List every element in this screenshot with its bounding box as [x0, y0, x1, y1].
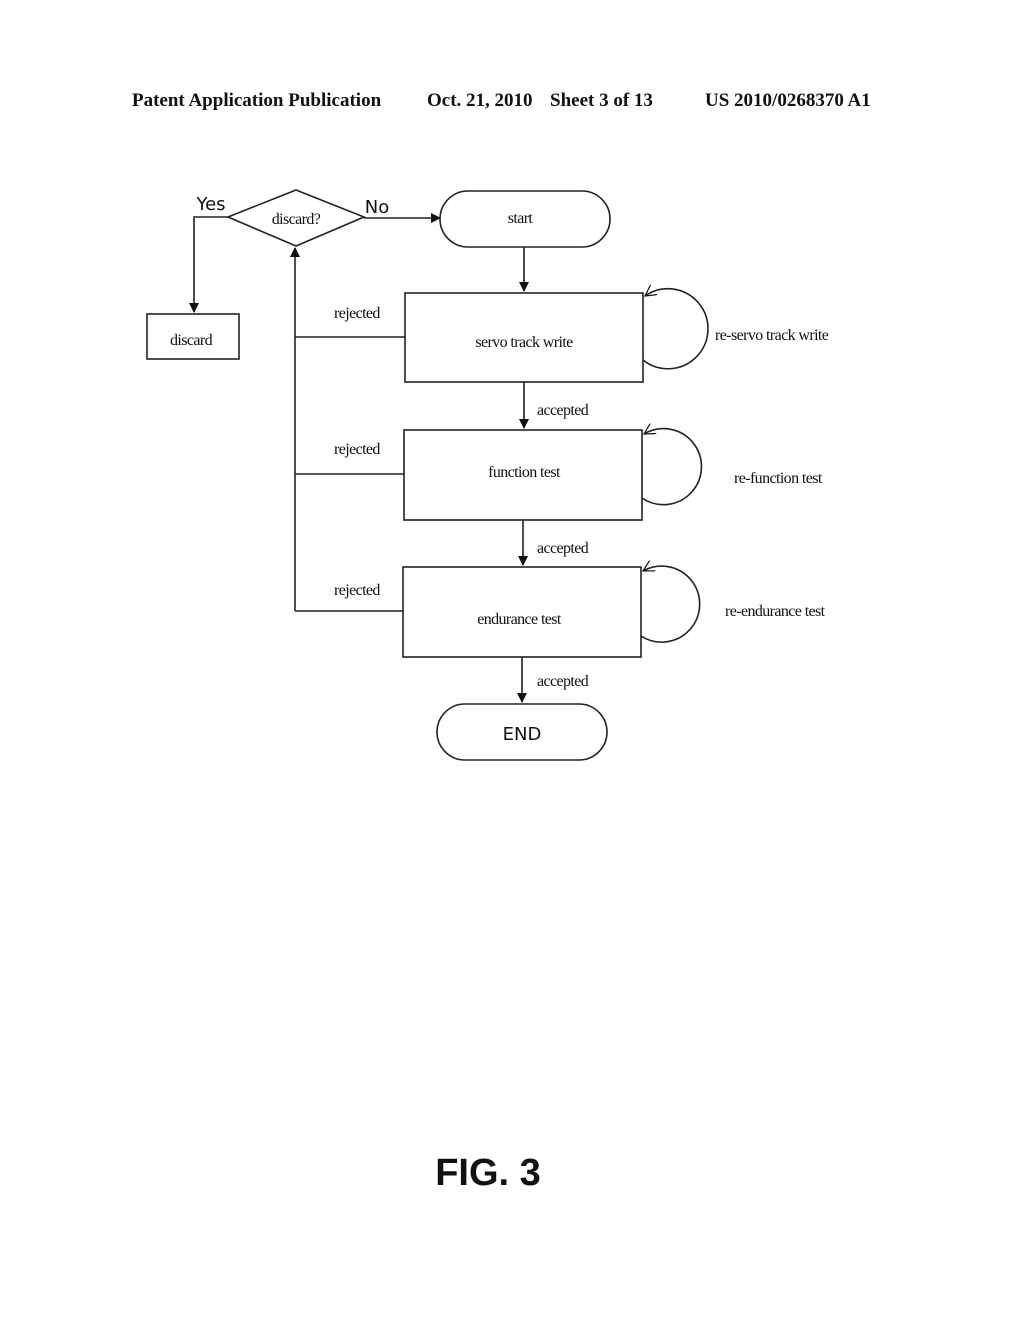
retry-loop-function	[641, 429, 703, 506]
retry-label: re-function test	[734, 470, 823, 487]
step-label: function test	[488, 464, 561, 481]
yes-arrow	[189, 216, 228, 313]
end-label: END	[503, 724, 542, 745]
retry-loop-endurance	[640, 566, 701, 643]
accepted-label: accepted	[537, 673, 589, 690]
rejected-label: rejected	[334, 305, 380, 322]
rejected-label: rejected	[334, 441, 380, 458]
yes-label: Yes	[195, 194, 225, 215]
no-label: No	[365, 197, 389, 218]
decision-label: discard?	[272, 211, 321, 228]
discard-box-label: discard	[170, 332, 213, 349]
retry-label: re-servo track write	[715, 327, 829, 344]
step-label: servo track write	[475, 334, 573, 351]
accepted-label: accepted	[537, 402, 589, 419]
retry-loop-servo	[642, 289, 709, 370]
retry-label: re-endurance test	[725, 603, 826, 620]
start-label: start	[508, 210, 534, 227]
rejected-label: rejected	[334, 582, 380, 599]
flowchart: discard? Yes No start discard servo trac…	[146, 189, 829, 761]
figure-label: FIG. 3	[435, 1152, 541, 1194]
accepted-label: accepted	[537, 540, 589, 557]
step-label: endurance test	[477, 611, 562, 628]
